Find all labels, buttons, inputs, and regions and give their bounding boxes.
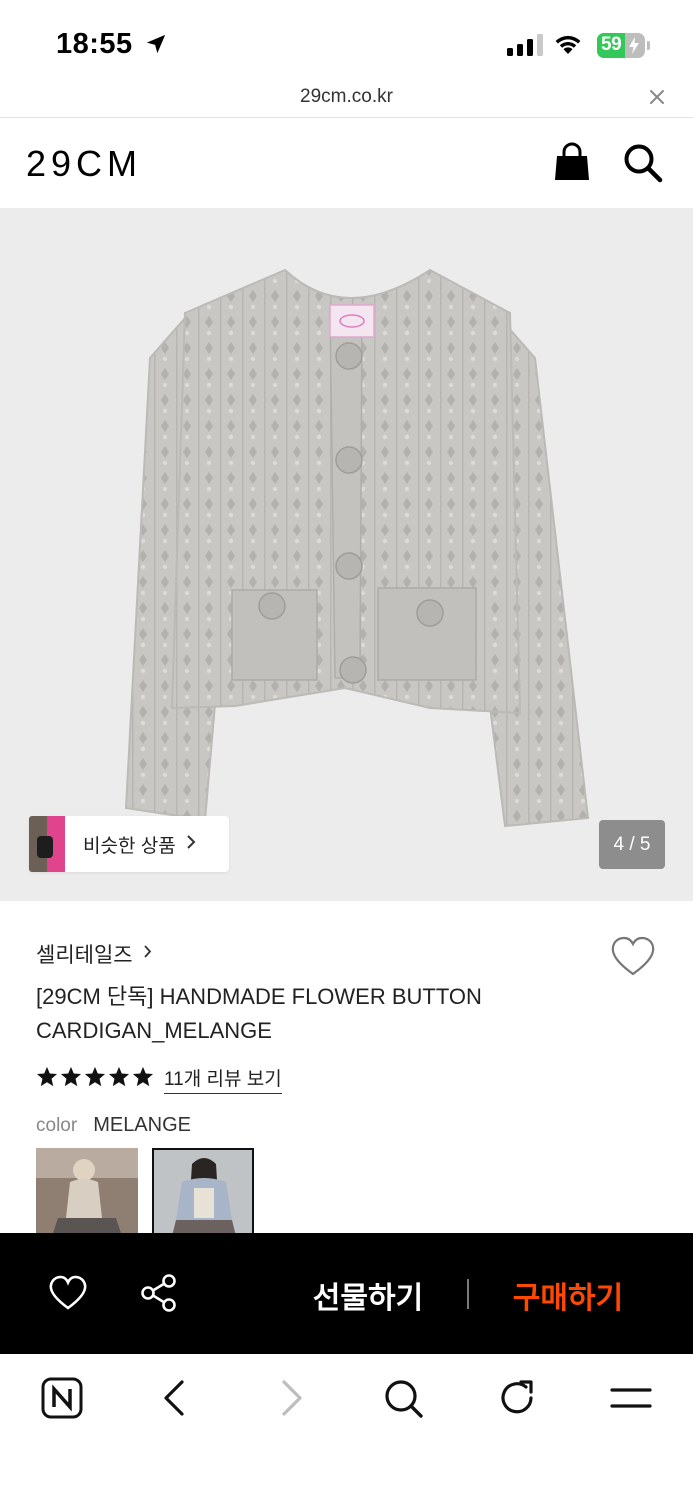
search-icon[interactable] [381, 1376, 425, 1420]
product-image-gallery[interactable]: 4 / 5 [0, 208, 693, 901]
chevron-right-icon [186, 834, 196, 855]
browser-url-bar[interactable]: 29cm.co.kr [0, 80, 693, 118]
purchase-action-bar: 선물하기 구매하기 [0, 1233, 693, 1354]
shopping-bag-icon[interactable] [552, 142, 592, 182]
wifi-icon [552, 32, 584, 61]
menu-icon[interactable] [609, 1376, 653, 1420]
naver-n-icon[interactable] [40, 1376, 84, 1420]
product-photo [0, 208, 693, 901]
color-swatch[interactable] [152, 1148, 254, 1236]
back-icon[interactable] [154, 1376, 198, 1420]
status-bar: 18:55 59 [0, 0, 693, 80]
color-swatches [36, 1148, 254, 1236]
battery-cap [647, 41, 650, 50]
close-icon[interactable] [648, 88, 666, 106]
cellular-signal-icon [507, 34, 543, 56]
site-header: 29CM [0, 118, 693, 208]
star-icon [132, 1066, 154, 1092]
star-icon [84, 1066, 106, 1092]
forward-icon [268, 1376, 312, 1420]
heart-icon[interactable] [48, 1275, 88, 1311]
product-title: [29CM 단독] HANDMADE FLOWER BUTTON CARDIGA… [36, 984, 482, 1043]
star-icon [60, 1066, 82, 1092]
site-logo[interactable]: 29CM [26, 143, 142, 185]
search-icon[interactable] [622, 142, 664, 184]
gift-button[interactable]: 선물하기 [288, 1273, 448, 1317]
color-swatch[interactable] [36, 1148, 138, 1236]
location-arrow-icon [145, 33, 167, 60]
image-page-indicator: 4 / 5 [599, 820, 665, 869]
status-time: 18:55 [56, 28, 133, 60]
star-icon [36, 1066, 58, 1092]
url-text[interactable]: 29cm.co.kr [0, 86, 693, 108]
battery-charging-icon: 59 [597, 33, 645, 58]
brand-link[interactable]: 셀리테일즈 [36, 939, 152, 969]
review-link[interactable]: 11개 리뷰 보기 [164, 1064, 282, 1094]
browser-toolbar [0, 1354, 693, 1500]
rating-stars [36, 1066, 154, 1092]
chevron-right-icon [143, 944, 152, 964]
wishlist-heart-icon[interactable] [610, 936, 656, 980]
star-icon [108, 1066, 130, 1092]
battery-level: 59 [601, 34, 622, 55]
option-label: color [36, 1115, 78, 1136]
share-icon[interactable] [140, 1273, 178, 1313]
buy-button[interactable]: 구매하기 [488, 1273, 648, 1317]
similar-products-label: 비슷한 상품 [83, 835, 176, 857]
reload-icon[interactable] [495, 1376, 539, 1420]
rating-row: 11개 리뷰 보기 [36, 1064, 282, 1094]
option-value: MELANGE [93, 1114, 191, 1136]
similar-products-button[interactable]: 비슷한 상품 [29, 816, 229, 872]
similar-products-thumbnail [29, 816, 65, 872]
option-row: color MELANGE [36, 1114, 191, 1137]
brand-name[interactable]: 셀리테일즈 [36, 939, 133, 969]
action-divider [467, 1279, 469, 1309]
